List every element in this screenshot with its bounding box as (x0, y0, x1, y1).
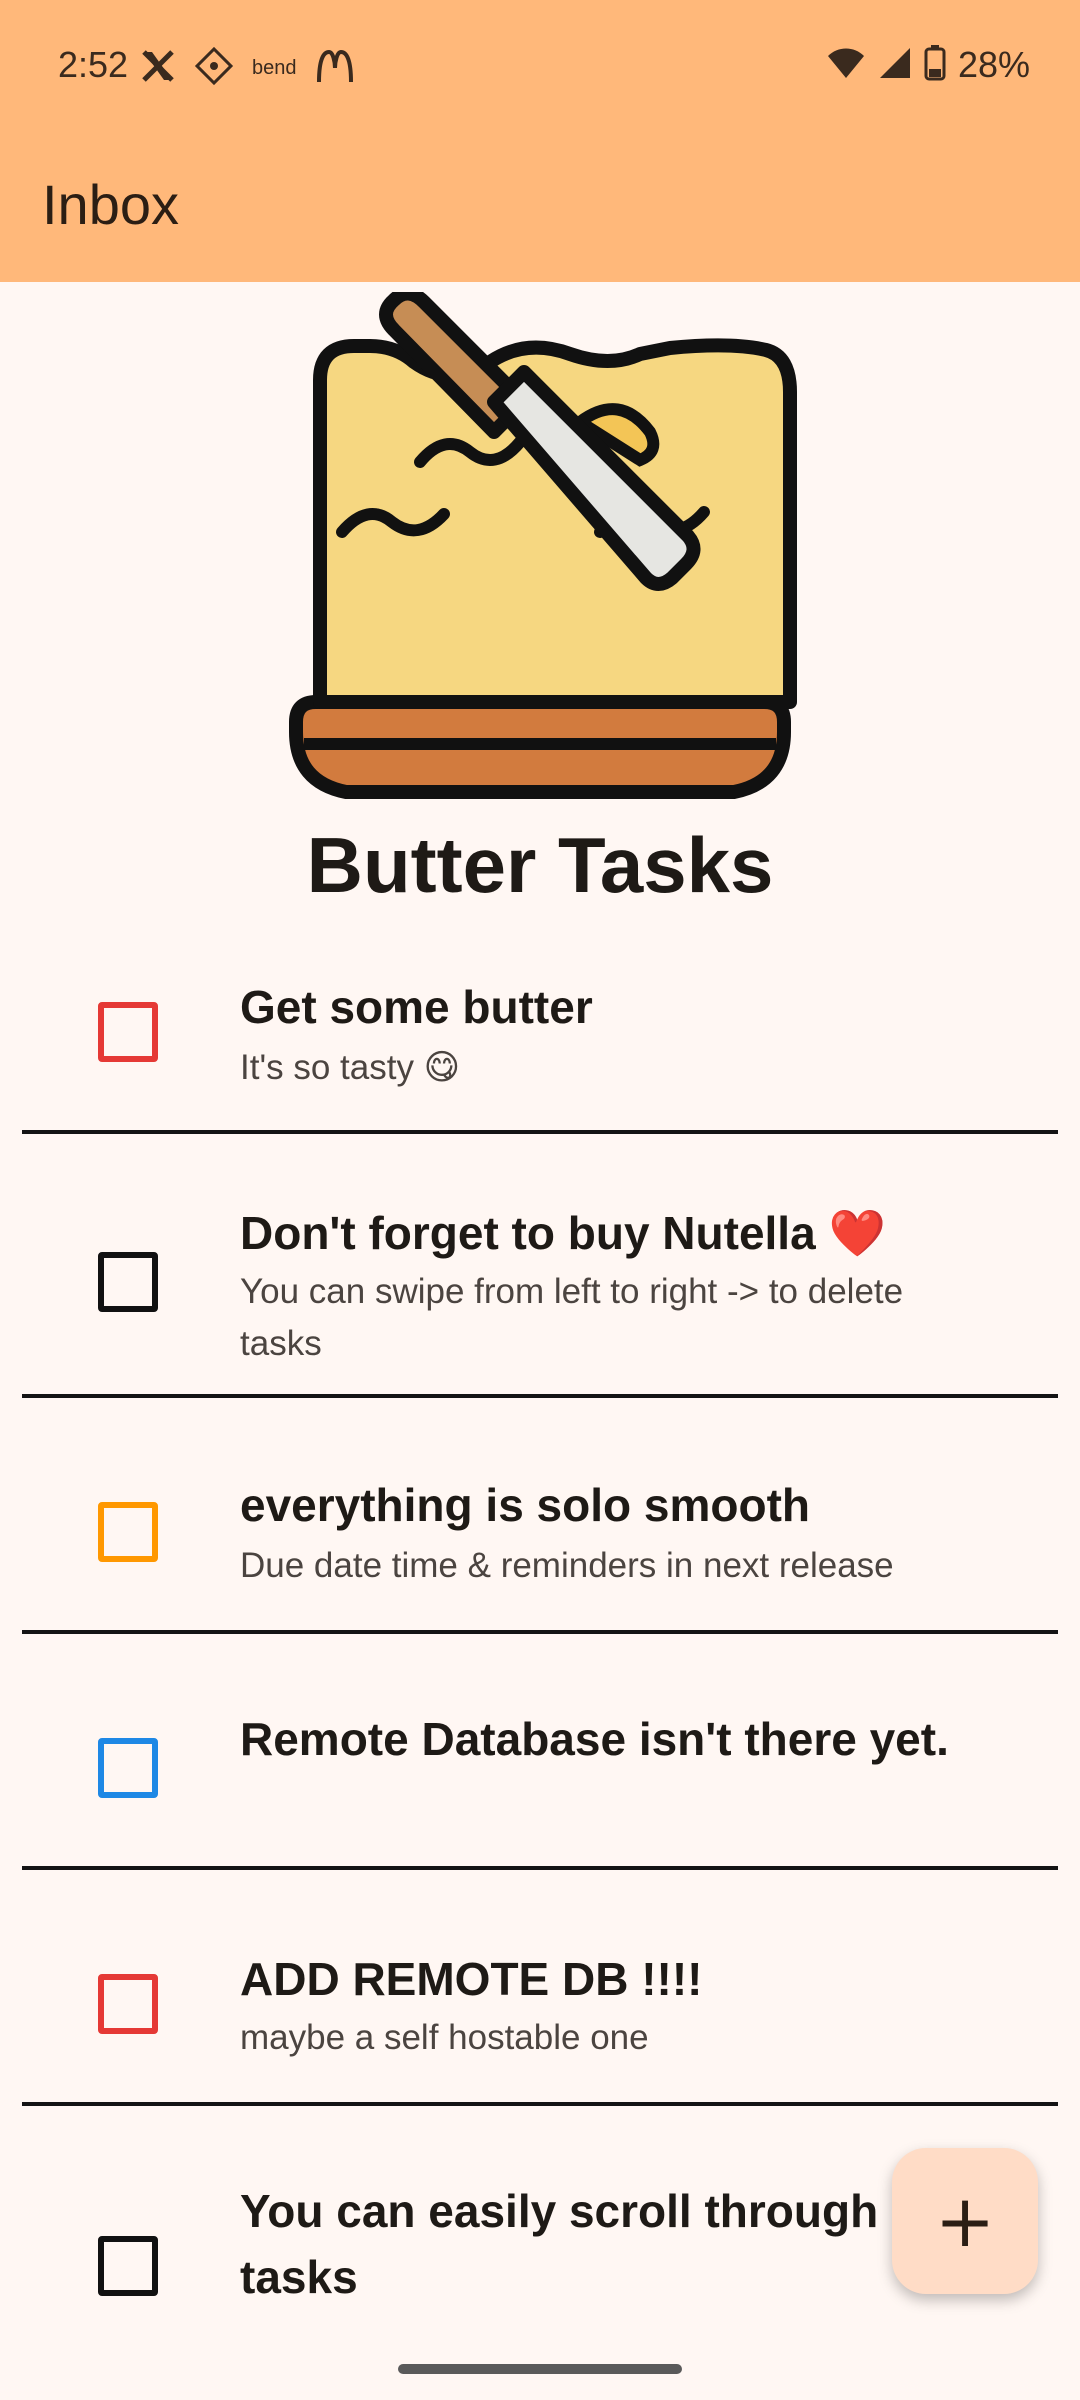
task-checkbox[interactable] (98, 1974, 158, 2034)
plus-icon: + (934, 2179, 996, 2263)
task-title: everything is solo smooth (240, 1479, 810, 1531)
wifi-icon (826, 46, 866, 85)
task-subtitle: You can swipe from left to right -> to d… (240, 1272, 904, 1363)
task-item[interactable]: Don't forget to buy Nutella ❤️ You can s… (0, 1134, 1080, 1396)
app-name: Butter Tasks (306, 821, 774, 909)
home-indicator[interactable] (398, 2364, 682, 2374)
task-subtitle: maybe a self hostable one (240, 2018, 649, 2057)
status-bar: 2:52 bend 28% (0, 0, 1080, 132)
battery-icon (924, 44, 946, 86)
task-title: Get some butter (240, 981, 593, 1033)
x-icon (140, 48, 176, 89)
hero-header: Butter Tasks (0, 282, 1080, 922)
page-title: Inbox (42, 173, 179, 236)
task-checkbox[interactable] (98, 2236, 158, 2296)
mcdonalds-icon (315, 48, 355, 89)
status-time: 2:52 (58, 44, 129, 85)
task-title: Remote Database isn't there yet. (240, 1713, 949, 1765)
task-item[interactable]: ADD REMOTE DB !!!! maybe a self hostable… (0, 1870, 1080, 2106)
task-checkbox[interactable] (98, 1502, 158, 1562)
task-subtitle: Due date time & reminders in next releas… (240, 1546, 894, 1585)
task-checkbox[interactable] (98, 1252, 158, 1312)
signal-icon (878, 46, 912, 85)
task-title: You can easily scroll through tasks (240, 2185, 879, 2303)
task-title: Don't forget to buy Nutella ❤️ (240, 1207, 886, 1259)
bend-icon: bend (252, 57, 297, 79)
system-icons: 28% (826, 44, 1030, 86)
app-bar: Inbox (0, 132, 1080, 282)
task-item[interactable]: Remote Database isn't there yet. (0, 1634, 1080, 1870)
notification-icons: bend (140, 46, 355, 91)
add-task-button[interactable]: + (892, 2148, 1038, 2294)
battery-percentage: 28% (957, 44, 1030, 85)
task-item[interactable]: Get some butter It's so tasty 😋 (0, 922, 1080, 1134)
task-item[interactable]: everything is solo smooth Due date time … (0, 1398, 1080, 1634)
task-checkbox[interactable] (98, 1002, 158, 1062)
task-subtitle: It's so tasty 😋 (240, 1048, 461, 1087)
task-title: ADD REMOTE DB !!!! (240, 1953, 703, 2005)
app-icon (194, 46, 234, 91)
task-checkbox[interactable] (98, 1738, 158, 1798)
